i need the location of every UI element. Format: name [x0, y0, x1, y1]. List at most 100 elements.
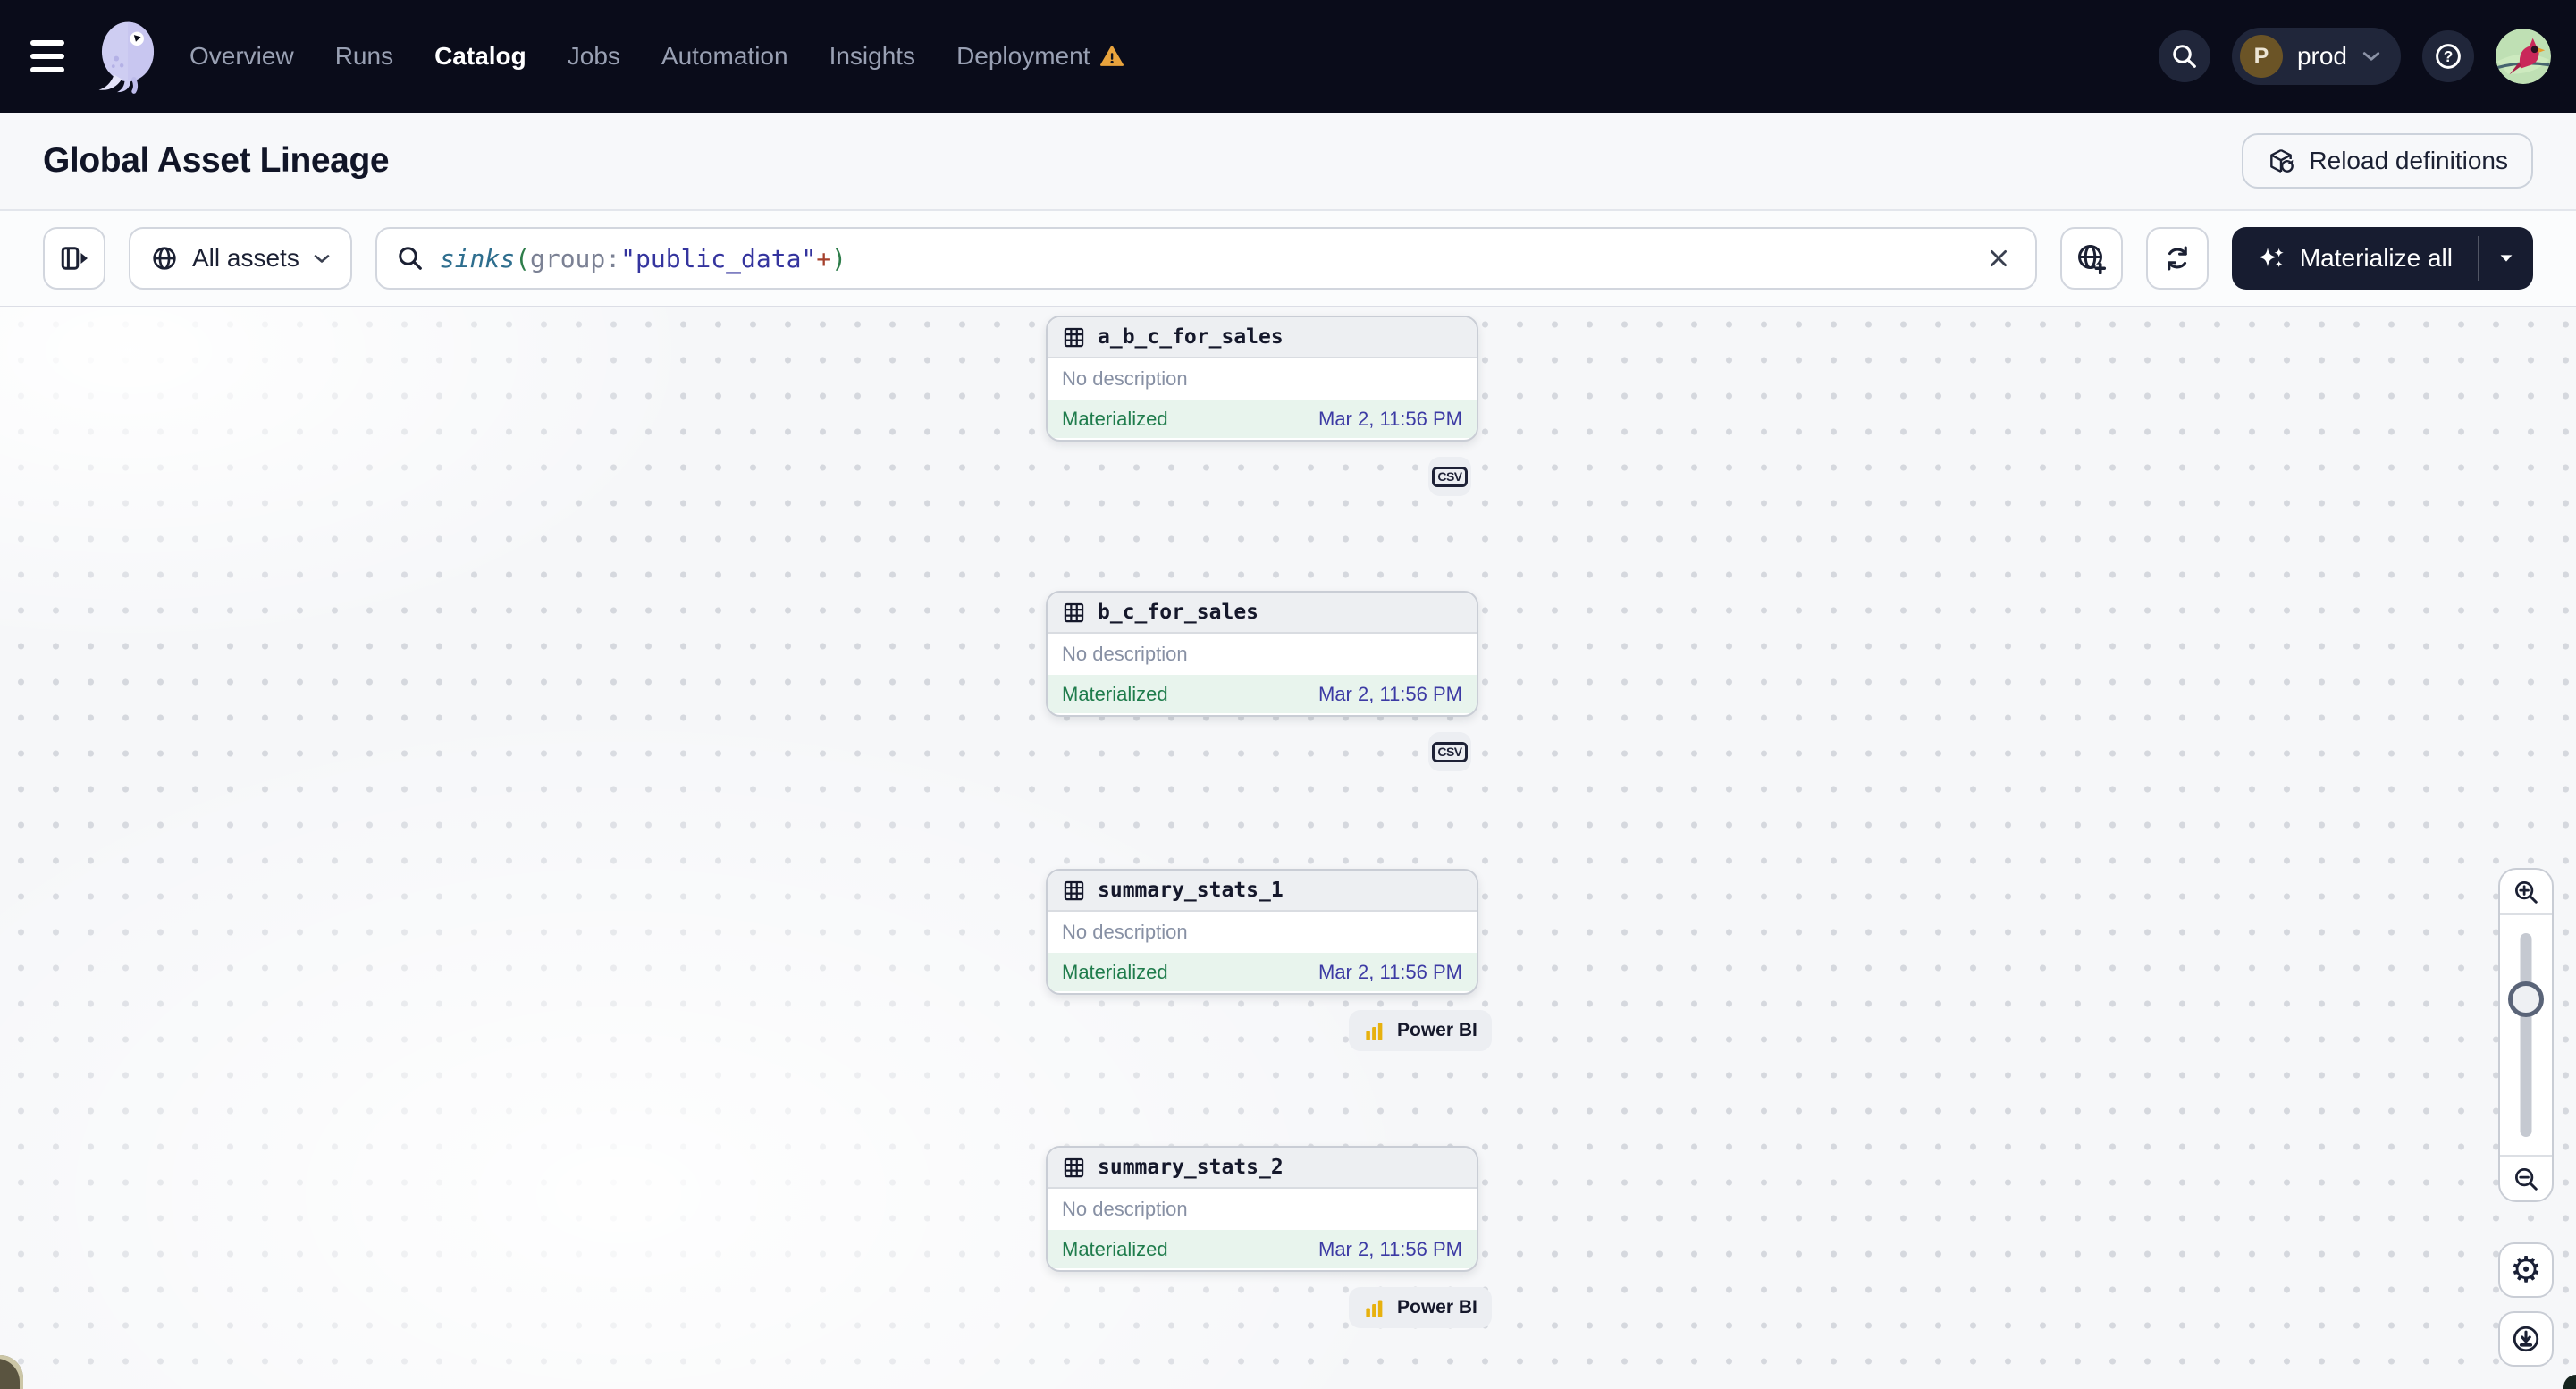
asset-description: No description	[1048, 634, 1477, 675]
materialize-all-button[interactable]: Materialize all	[2232, 227, 2478, 290]
deployment-switcher[interactable]: P prod	[2231, 28, 2401, 85]
asset-name: a_b_c_for_sales	[1098, 325, 1284, 349]
user-avatar-image	[2496, 29, 2551, 84]
refresh-button[interactable]	[2145, 227, 2209, 290]
search-icon	[2173, 45, 2196, 68]
nav-item-jobs[interactable]: Jobs	[568, 42, 620, 71]
materialized-status: Materialized	[1062, 407, 1168, 430]
download-icon	[2513, 1326, 2539, 1352]
query-segment: )	[831, 243, 847, 274]
table-icon	[1064, 1158, 1084, 1177]
nav-item-label: Jobs	[567, 42, 620, 70]
nav-item-label: Catalog	[434, 42, 526, 70]
powerbi-kind-label: Power BI	[1397, 1297, 1477, 1317]
powerbi-kind-label: Power BI	[1397, 1020, 1477, 1040]
powerbi-icon	[1366, 1300, 1383, 1317]
powerbi-kind-badge: Power BI	[1349, 1287, 1492, 1328]
asset-node[interactable]: summary_stats_1 No description Materiali…	[1046, 869, 1478, 995]
nav-item-catalog[interactable]: Catalog	[434, 42, 526, 71]
materialization-time[interactable]: Mar 2, 11:56 PM	[1318, 1238, 1462, 1261]
table-icon	[1064, 880, 1084, 900]
nav-item-label: Deployment	[956, 42, 1090, 70]
lineage-canvas[interactable]: ⚙ a_b_c_for_sales No description Materia…	[0, 307, 2576, 1389]
materialization-time[interactable]: Mar 2, 11:56 PM	[1318, 408, 1462, 431]
asset-name: summary_stats_1	[1098, 879, 1284, 902]
gear-icon: ⚙	[2510, 1250, 2542, 1290]
deployment-name: prod	[2296, 42, 2347, 70]
zoom-in-button[interactable]	[2500, 870, 2552, 915]
zoom-slider-thumb[interactable]	[2508, 981, 2544, 1017]
minimap-corner	[0, 1355, 23, 1389]
zoom-control	[2498, 868, 2554, 1202]
canvas-corner-accent	[2563, 1375, 2576, 1389]
nav-item-overview[interactable]: Overview	[189, 42, 294, 71]
help-icon: ?	[2436, 44, 2461, 69]
page-title: Global Asset Lineage	[43, 141, 390, 180]
materialization-time[interactable]: Mar 2, 11:56 PM	[1318, 683, 1462, 706]
nav-item-label: Overview	[189, 42, 294, 70]
asset-node[interactable]: summary_stats_2 No description Materiali…	[1046, 1146, 1478, 1272]
chevron-down-icon	[314, 254, 330, 263]
materialized-status: Materialized	[1062, 960, 1168, 983]
asset-node-footer: Materialized Mar 2, 11:56 PM	[1048, 675, 1477, 713]
svg-text:?: ?	[2444, 47, 2454, 65]
csv-icon: CSV	[1432, 466, 1468, 487]
materialization-time[interactable]: Mar 2, 11:56 PM	[1318, 961, 1462, 984]
sparkles-icon	[2258, 248, 2284, 268]
reload-definitions-button[interactable]: Reload definitions	[2242, 133, 2533, 189]
page-header: Global Asset Lineage Reload definitions	[0, 113, 2576, 211]
asset-description: No description	[1048, 1189, 1477, 1230]
deployment-avatar: P	[2239, 35, 2283, 78]
warning-icon	[1100, 46, 1124, 66]
toggle-sidebar-button[interactable]	[43, 227, 105, 290]
primary-nav: Overview Runs Catalog Jobs Automation Insight…	[189, 42, 1124, 71]
graph-settings-button[interactable]: ⚙	[2498, 1242, 2554, 1298]
asset-node[interactable]: b_c_for_sales No description Materialize…	[1046, 591, 1478, 717]
powerbi-kind-badge: Power BI	[1349, 1010, 1492, 1051]
asset-node-header: summary_stats_2	[1048, 1148, 1477, 1189]
asset-selection-input[interactable]: sinks(group: "public_data" +)	[375, 227, 2037, 290]
download-graph-button[interactable]	[2498, 1311, 2554, 1367]
clear-query-button[interactable]	[1982, 241, 2016, 275]
nav-item-runs[interactable]: Runs	[335, 42, 393, 71]
search-icon	[399, 247, 422, 270]
view-full-graph-button[interactable]	[2059, 227, 2123, 290]
globe-plus-icon	[2077, 245, 2106, 274]
zoom-out-button[interactable]	[2500, 1155, 2552, 1200]
asset-selection-query: sinks(group: "public_data" +)	[440, 244, 846, 274]
asset-node-header: a_b_c_for_sales	[1048, 317, 1477, 358]
reload-cube-icon	[2270, 148, 2294, 173]
materialized-status: Materialized	[1062, 1237, 1168, 1260]
globe-icon	[153, 247, 176, 270]
nav-item-automation[interactable]: Automation	[661, 42, 788, 71]
query-segment: group	[529, 243, 606, 274]
nav-item-insights[interactable]: Insights	[829, 42, 916, 71]
nav-item-deployment[interactable]: Deployment	[956, 42, 1124, 71]
caret-down-icon	[2500, 255, 2513, 262]
nav-right-cluster: P prod ?	[2158, 28, 2551, 85]
search-button[interactable]	[2158, 30, 2210, 82]
zoom-out-icon	[2515, 1167, 2538, 1191]
asset-name: b_c_for_sales	[1098, 601, 1259, 624]
hamburger-menu-icon[interactable]	[30, 36, 72, 77]
asset-node[interactable]: a_b_c_for_sales No description Materiali…	[1046, 316, 1478, 442]
materialized-status: Materialized	[1062, 682, 1168, 705]
asset-scope-dropdown[interactable]: All assets	[129, 227, 352, 290]
materialize-options-button[interactable]	[2479, 227, 2533, 290]
query-segment: (	[515, 243, 530, 274]
table-icon	[1064, 602, 1084, 622]
asset-node-footer: Materialized Mar 2, 11:56 PM	[1048, 400, 1477, 438]
close-icon	[1990, 250, 2007, 266]
zoom-slider[interactable]	[2520, 933, 2532, 1137]
materialize-split-button: Materialize all	[2231, 227, 2533, 290]
csv-kind-badge: CSV	[1428, 732, 1471, 771]
dagster-logo-icon[interactable]	[91, 18, 164, 95]
lineage-toolbar: All assets sinks(group:"public_data"+)	[0, 211, 2576, 307]
query-segment: +	[816, 243, 832, 274]
user-avatar[interactable]	[2496, 29, 2551, 84]
csv-icon: CSV	[1432, 741, 1468, 762]
asset-node-header: b_c_for_sales	[1048, 593, 1477, 634]
help-button[interactable]: ?	[2422, 30, 2474, 82]
query-segment: sinks	[439, 243, 516, 274]
csv-kind-badge: CSV	[1428, 457, 1471, 496]
